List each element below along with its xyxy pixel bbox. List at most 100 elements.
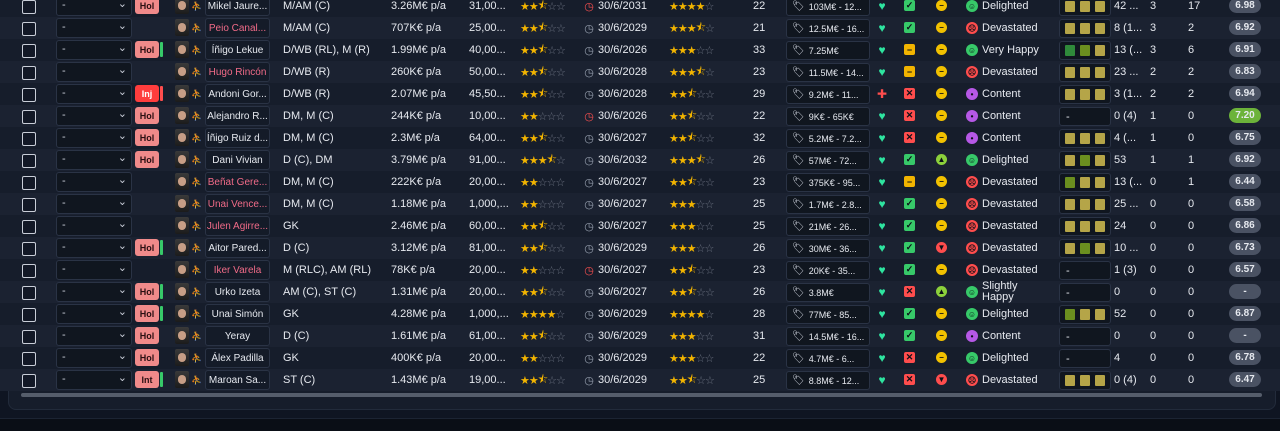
selection-dropdown[interactable]: - ⌄: [56, 238, 132, 258]
asking-price[interactable]: 🏷 30M€ - 36...: [786, 239, 870, 258]
table-row[interactable]: - ⌄ Hol ⛹ Unai Simón GK 4.28M€ p/a 1,000,... ★ ★ ★…: [0, 303, 1280, 325]
player-name-button[interactable]: Aitor Pared...: [205, 238, 270, 258]
row-checkbox[interactable]: [22, 308, 36, 322]
selection-dropdown[interactable]: - ⌄: [56, 194, 132, 214]
row-checkbox[interactable]: [22, 0, 36, 14]
player-name-button[interactable]: Iker Varela: [205, 260, 270, 280]
asking-price[interactable]: 🏷 3.8M€: [786, 283, 870, 302]
asking-price[interactable]: 🏷 77M€ - 85...: [786, 305, 870, 324]
selection-dropdown[interactable]: - ⌄: [56, 128, 132, 148]
row-checkbox[interactable]: [22, 220, 36, 234]
asking-price[interactable]: 🏷 14.5M€ - 16...: [786, 327, 870, 346]
table-row[interactable]: - ⌄ Hol ⛹ Mikel Jaure... M/AM (C) 3.26M€ p/a 31…: [0, 0, 1280, 17]
row-checkbox[interactable]: [22, 88, 36, 102]
status-badge[interactable]: Hol: [135, 0, 159, 14]
row-checkbox[interactable]: [22, 374, 36, 388]
row-checkbox[interactable]: [22, 330, 36, 344]
selection-dropdown[interactable]: - ⌄: [56, 172, 132, 192]
table-row[interactable]: - ⌄ Hol ⛹ Dani Vivian D (C), DM 3.79M€ p/a 91,0…: [0, 149, 1280, 171]
player-name-button[interactable]: Íñigo Ruiz d...: [205, 128, 270, 148]
asking-price[interactable]: 🏷 21M€ - 26...: [786, 217, 870, 236]
player-name-button[interactable]: Íñigo Lekue: [205, 40, 270, 60]
status-badge[interactable]: Hol: [135, 151, 159, 168]
status-badge[interactable]: Inj: [135, 85, 159, 102]
asking-price[interactable]: 🏷 9.2M€ - 11...: [786, 85, 870, 104]
player-name-button[interactable]: Hugo Rincón: [205, 62, 270, 82]
table-row[interactable]: - ⌄ Int ⛹ Maroan Sa... ST (C) 1.43M€ p/a 19,00.…: [0, 369, 1280, 391]
player-name-button[interactable]: Yeray: [205, 326, 270, 346]
row-checkbox[interactable]: [22, 44, 36, 58]
table-row[interactable]: - ⌄ Hol ⛹ Álex Padilla GK 400K€ p/a 20,00... ★ ★ ☆…: [0, 347, 1280, 369]
table-row[interactable]: - ⌄ ⛹ Beñat Gere... DM, M (C) 222K€ p/a 20,00.…: [0, 171, 1280, 193]
status-badge[interactable]: Hol: [135, 41, 159, 58]
selection-dropdown[interactable]: - ⌄: [56, 260, 132, 280]
selection-dropdown[interactable]: - ⌄: [56, 84, 132, 104]
player-name-button[interactable]: Unai Simón: [205, 304, 270, 324]
table-row[interactable]: - ⌄ Hol ⛹ Íñigo Lekue D/WB (RL), M (R) 1.99M€ …: [0, 39, 1280, 61]
table-row[interactable]: - ⌄ ⛹ Julen Agirre... GK 2.46M€ p/a 60,00... ★ ★…: [0, 215, 1280, 237]
status-badge[interactable]: Hol: [135, 129, 159, 146]
row-checkbox[interactable]: [22, 352, 36, 366]
selection-dropdown[interactable]: - ⌄: [56, 370, 132, 390]
player-name-button[interactable]: Peio Canal...: [205, 18, 270, 38]
selection-dropdown[interactable]: - ⌄: [56, 150, 132, 170]
asking-price[interactable]: 🏷 1.7M€ - 2.8...: [786, 195, 870, 214]
asking-price[interactable]: 🏷 103M€ - 12...: [786, 0, 870, 16]
player-name-button[interactable]: Alejandro R...: [205, 106, 270, 126]
player-name-button[interactable]: Mikel Jaure...: [205, 0, 270, 16]
table-row[interactable]: - ⌄ Hol ⛹ Alejandro R... DM, M (C) 244K€ p/a 10…: [0, 105, 1280, 127]
status-badge[interactable]: Hol: [135, 239, 159, 256]
asking-price[interactable]: 🏷 11.5M€ - 14...: [786, 63, 870, 82]
horizontal-scrollbar[interactable]: [21, 393, 1262, 397]
player-name-button[interactable]: Urko Izeta: [205, 282, 270, 302]
asking-price[interactable]: 🏷 12.5M€ - 16...: [786, 19, 870, 38]
row-checkbox[interactable]: [22, 110, 36, 124]
table-row[interactable]: - ⌄ ⛹ Iker Varela M (RLC), AM (RL) 78K€ p/a 20…: [0, 259, 1280, 281]
status-badge[interactable]: Int: [135, 371, 159, 388]
player-name-button[interactable]: Maroan Sa...: [205, 370, 270, 390]
player-name-button[interactable]: Álex Padilla: [205, 348, 270, 368]
table-row[interactable]: - ⌄ ⛹ Peio Canal... M/AM (C) 707K€ p/a 25,00..…: [0, 17, 1280, 39]
row-checkbox[interactable]: [22, 242, 36, 256]
player-name-button[interactable]: Beñat Gere...: [205, 172, 270, 192]
asking-price[interactable]: 🏷 5.2M€ - 7.2...: [786, 129, 870, 148]
row-checkbox[interactable]: [22, 154, 36, 168]
table-row[interactable]: - ⌄ Hol ⛹ Yeray D (C) 1.61M€ p/a 61,00... ★ ★ ⯪ ☆ ☆ ◷…: [0, 325, 1280, 347]
status-badge[interactable]: Hol: [135, 305, 159, 322]
table-row[interactable]: - ⌄ Hol ⛹ Urko Izeta AM (C), ST (C) 1.31M€ p/a…: [0, 281, 1280, 303]
asking-price[interactable]: 🏷 9K€ - 65K€: [786, 107, 870, 126]
status-badge[interactable]: Hol: [135, 107, 159, 124]
row-checkbox[interactable]: [22, 176, 36, 190]
row-checkbox[interactable]: [22, 66, 36, 80]
selection-dropdown[interactable]: - ⌄: [56, 216, 132, 236]
selection-dropdown[interactable]: - ⌄: [56, 18, 132, 38]
asking-price[interactable]: 🏷 8.8M€ - 12...: [786, 371, 870, 390]
row-checkbox[interactable]: [22, 286, 36, 300]
status-badge[interactable]: Hol: [135, 283, 159, 300]
selection-dropdown[interactable]: - ⌄: [56, 282, 132, 302]
row-checkbox[interactable]: [22, 264, 36, 278]
selection-dropdown[interactable]: - ⌄: [56, 0, 132, 16]
selection-dropdown[interactable]: - ⌄: [56, 40, 132, 60]
asking-price[interactable]: 🏷 20K€ - 35...: [786, 261, 870, 280]
selection-dropdown[interactable]: - ⌄: [56, 62, 132, 82]
selection-dropdown[interactable]: - ⌄: [56, 348, 132, 368]
table-row[interactable]: - ⌄ Hol ⛹ Íñigo Ruiz d... DM, M (C) 2.3M€ p/a 6…: [0, 127, 1280, 149]
row-checkbox[interactable]: [22, 132, 36, 146]
asking-price[interactable]: 🏷 57M€ - 72...: [786, 151, 870, 170]
asking-price[interactable]: 🏷 7.25M€: [786, 41, 870, 60]
table-row[interactable]: - ⌄ Inj ⛹ Andoni Gor... D/WB (R) 2.07M€ p/a 45,…: [0, 83, 1280, 105]
table-row[interactable]: - ⌄ Hol ⛹ Aitor Pared... D (C) 3.12M€ p/a 81,00…: [0, 237, 1280, 259]
asking-price[interactable]: 🏷 375K€ - 95...: [786, 173, 870, 192]
status-badge[interactable]: Hol: [135, 327, 159, 344]
selection-dropdown[interactable]: - ⌄: [56, 326, 132, 346]
table-row[interactable]: - ⌄ ⛹ Unai Vence... DM, M (C) 1.18M€ p/a 1,000…: [0, 193, 1280, 215]
player-name-button[interactable]: Andoni Gor...: [205, 84, 270, 104]
status-badge[interactable]: Hol: [135, 349, 159, 366]
selection-dropdown[interactable]: - ⌄: [56, 304, 132, 324]
row-checkbox[interactable]: [22, 198, 36, 212]
asking-price[interactable]: 🏷 4.7M€ - 6...: [786, 349, 870, 368]
player-name-button[interactable]: Julen Agirre...: [205, 216, 270, 236]
table-row[interactable]: - ⌄ ⛹ Hugo Rincón D/WB (R) 260K€ p/a 50,00... ★…: [0, 61, 1280, 83]
selection-dropdown[interactable]: - ⌄: [56, 106, 132, 126]
